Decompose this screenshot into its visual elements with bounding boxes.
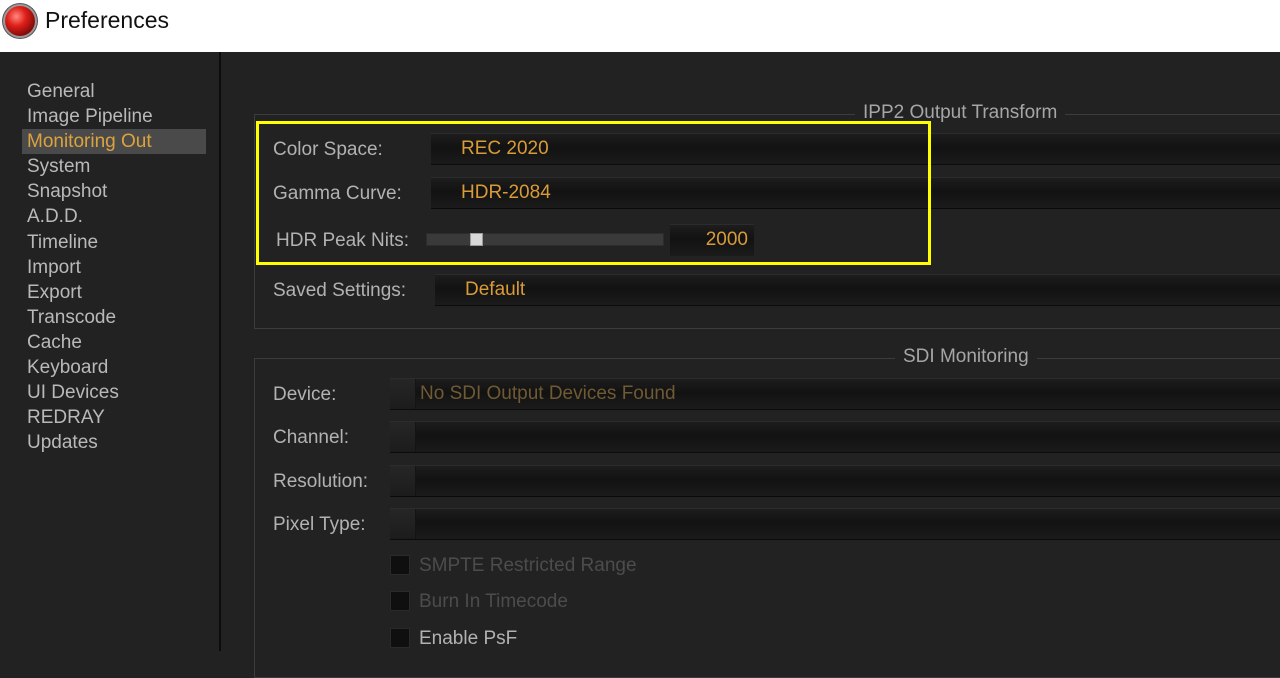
smpte-restricted-range-label: SMPTE Restricted Range: [419, 555, 637, 576]
sdi-resolution-label: Resolution:: [273, 471, 369, 492]
highlight-annotation-box: [256, 121, 931, 265]
smpte-restricted-range-checkbox[interactable]: [390, 555, 410, 575]
sdi-resolution-dropdown-tab: [390, 466, 416, 496]
sdi-device-dropdown-tab: [390, 379, 416, 409]
sidebar-item-ui-devices[interactable]: UI Devices: [22, 380, 206, 405]
sdi-resolution-dropdown[interactable]: [390, 465, 1280, 497]
burn-in-timecode-checkbox[interactable]: [390, 591, 410, 611]
sdi-pixel-type-dropdown[interactable]: [390, 508, 1280, 540]
saved-settings-label: Saved Settings:: [273, 280, 407, 301]
sidebar-item-updates[interactable]: Updates: [22, 430, 206, 455]
sidebar-item-import[interactable]: Import: [22, 255, 206, 280]
enable-psf-checkbox[interactable]: [390, 628, 410, 648]
sidebar-item-general[interactable]: General: [22, 79, 206, 104]
window-title: Preferences: [45, 7, 170, 33]
sidebar-item-keyboard[interactable]: Keyboard: [22, 355, 206, 380]
title-bar: Preferences: [0, 0, 1280, 52]
sidebar-nav-list: General Image Pipeline Monitoring Out Sy…: [22, 79, 206, 455]
sdi-device-dropdown[interactable]: No SDI Output Devices Found: [390, 378, 1280, 410]
sidebar-item-image-pipeline[interactable]: Image Pipeline: [22, 104, 206, 129]
sidebar-item-timeline[interactable]: Timeline: [22, 230, 206, 255]
preferences-sidebar: General Image Pipeline Monitoring Out Sy…: [0, 52, 221, 651]
sdi-pixel-type-label: Pixel Type:: [273, 514, 366, 535]
saved-settings-value: Default: [465, 279, 526, 300]
sdi-device-value: No SDI Output Devices Found: [420, 383, 676, 404]
sidebar-item-redray[interactable]: REDRAY: [22, 405, 206, 430]
sidebar-item-export[interactable]: Export: [22, 280, 206, 305]
sidebar-item-snapshot[interactable]: Snapshot: [22, 179, 206, 204]
sidebar-item-monitoring-out[interactable]: Monitoring Out: [22, 129, 206, 155]
sdi-channel-dropdown[interactable]: [390, 421, 1280, 453]
sidebar-item-transcode[interactable]: Transcode: [22, 305, 206, 330]
sdi-device-label: Device:: [273, 384, 337, 405]
sdi-channel-dropdown-tab: [390, 422, 416, 452]
sdi-group-title: SDI Monitoring: [895, 346, 1037, 368]
sdi-channel-label: Channel:: [273, 427, 350, 448]
app-logo-icon: [5, 6, 35, 36]
sidebar-item-add[interactable]: A.D.D.: [22, 204, 206, 229]
sidebar-item-cache[interactable]: Cache: [22, 330, 206, 355]
sidebar-item-system[interactable]: System: [22, 154, 206, 179]
enable-psf-label: Enable PsF: [419, 628, 518, 649]
saved-settings-dropdown[interactable]: Default: [435, 274, 1280, 306]
sdi-pixel-type-dropdown-tab: [390, 509, 416, 539]
burn-in-timecode-label: Burn In Timecode: [419, 591, 568, 612]
